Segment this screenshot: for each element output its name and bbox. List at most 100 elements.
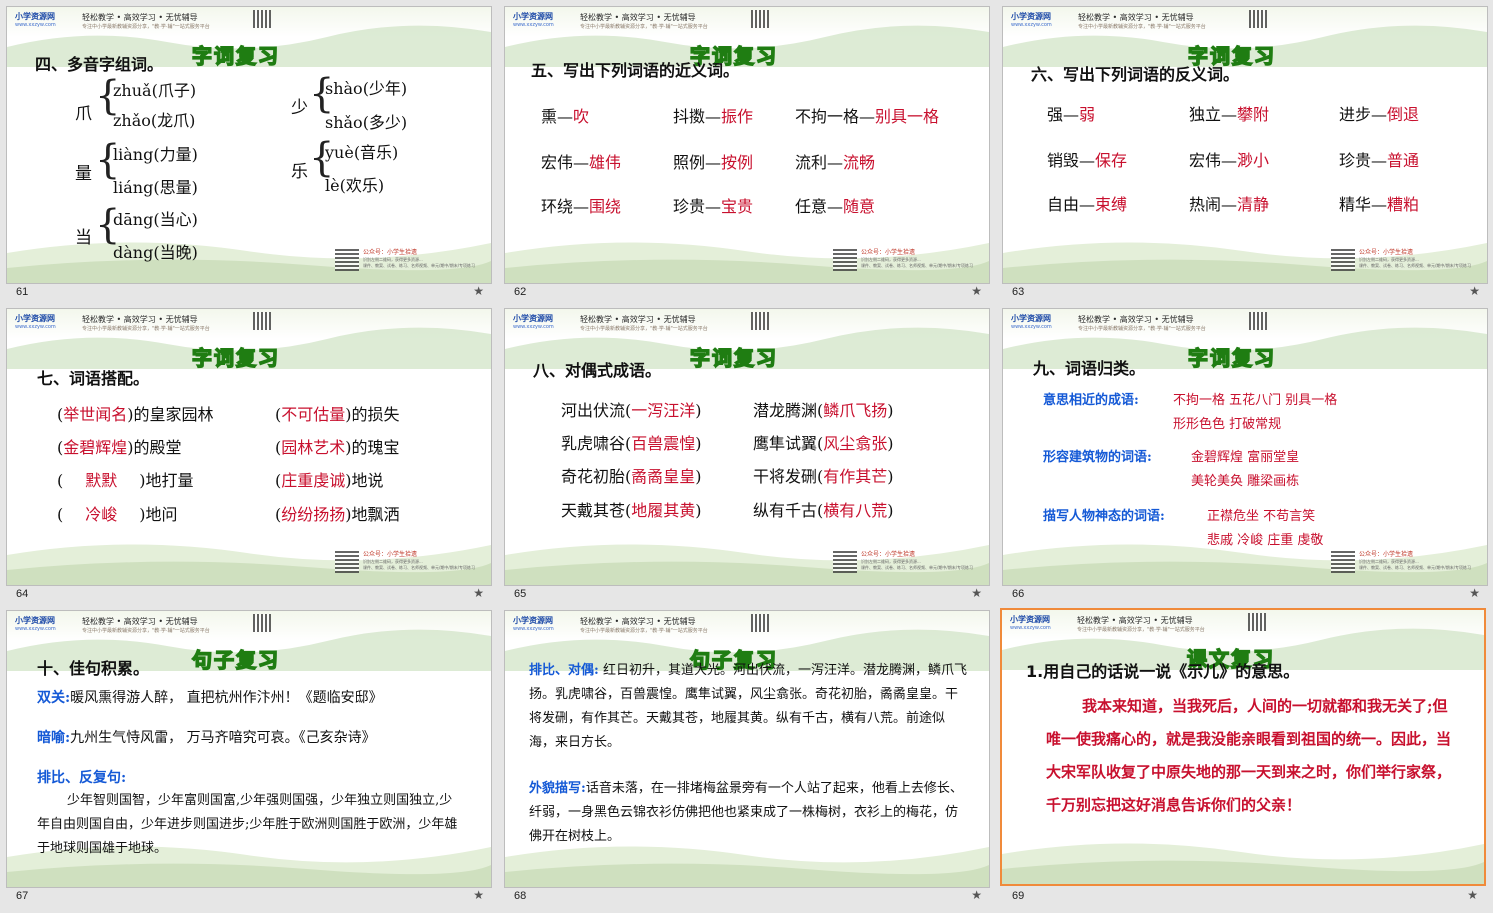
pinyin-word: yuè(音乐) [325,143,399,162]
slide-thumb-66[interactable]: 小学资源网 www.xxzyw.com 轻松教学 • 高效学习 • 无忧辅导 专… [1002,308,1488,610]
answer: 有作其芒 [823,467,888,486]
brand-logo: 小学资源网 [513,313,553,323]
sentence-label: 外貌描写: [529,781,586,796]
word: 热闹— [1189,195,1238,214]
tagline-sub: 专注中小学最新教辅资源分享，"教·学·辅"一站式服务平台 [82,326,210,332]
word-pair: 宏伟—渺小 [1189,147,1269,171]
star-icon[interactable]: ★ [971,586,982,600]
word: 环绕— [541,197,590,216]
publisher-name: 公众号：小学生拾遗 [861,551,916,558]
brand-logo: 小学资源网 [1011,313,1051,323]
star-icon[interactable]: ★ [473,888,484,902]
match-item: (举世闻名)的皇家园林 [57,405,214,424]
answer: 吹 [573,107,590,126]
word: 抖擞— [673,107,722,126]
idiom-pair: 纵有千古(横有八荒) [753,501,894,520]
answer: 倒退 [1387,105,1420,124]
answer: 横有八荒 [823,501,888,520]
word-pair: 宏伟—雄伟 [541,149,621,173]
slide-thumb-62[interactable]: 小学资源网 www.xxzyw.com 轻松教学 • 高效学习 • 无忧辅导 专… [504,6,990,308]
answer: 攀附 [1237,105,1270,124]
answer: 默默 [85,471,118,490]
slide-thumb-67[interactable]: 小学资源网 www.xxzyw.com 轻松教学 • 高效学习 • 无忧辅导 专… [6,610,492,912]
word-pair: 抖擞—振作 [673,103,753,127]
publisher-info: 公众号：小学生拾遗 识别左侧二维码，获得更多资源... 课件、教案、试卷、练习、… [1331,247,1481,277]
answer: 一泻汪洋 [631,401,696,420]
word: 珍贵— [673,197,722,216]
idiom-pair: 潜龙腾渊(鳞爪飞扬) [753,401,894,420]
star-icon[interactable]: ★ [1469,284,1480,298]
tagline: 轻松教学 • 高效学习 • 无忧辅导 [1077,616,1193,625]
category-words: 悲戚 冷峻 庄重 虔敬 [1207,533,1324,548]
sentence-block: 排比、对偶: 红日初升，其道大光。河出伏流，一泻汪洋。潜龙腾渊，鳞爪飞扬。乳虎啸… [529,659,969,755]
brand-logo: 小学资源网 [513,11,553,21]
star-icon[interactable]: ★ [473,284,484,298]
word: 自由— [1047,195,1096,214]
answer: 百兽震惶 [631,434,696,453]
slide-thumb-61[interactable]: 小学资源网 www.xxzyw.com 轻松教学 • 高效学习 • 无忧辅导 专… [6,6,492,308]
answer: 矞矞皇皇 [631,467,696,486]
word-pair: 不拘一格—别具一格 [795,103,939,127]
answer: 振作 [721,107,754,126]
qr-code-icon [1331,247,1355,271]
badge-ci: 字词复习 [191,43,280,69]
answer: 庄重虔诚 [281,471,346,490]
slide-thumb-65[interactable]: 小学资源网 www.xxzyw.com 轻松教学 • 高效学习 • 无忧辅导 专… [504,308,990,610]
word-pair: 自由—束缚 [1047,191,1127,215]
publisher-name: 公众号：小学生拾遗 [1359,551,1414,558]
sentence-item: 暗喻:九州生气恃风雷， 万马齐喑究可哀。《己亥杂诗》 [37,727,376,747]
word: 强— [1047,105,1080,124]
idiom-pair: 奇花初胎(矞矞皇皇) [561,467,702,486]
slide-thumb-68[interactable]: 小学资源网 www.xxzyw.com 轻松教学 • 高效学习 • 无忧辅导 专… [504,610,990,912]
slide-number: 68 [514,890,527,902]
answer: 随意 [843,197,876,216]
word-pair: 进步—倒退 [1339,101,1419,125]
category-words: 正襟危坐 不苟言笑 [1207,509,1316,524]
badge-ci: 字词复习 [191,345,280,371]
publisher-info: 公众号：小学生拾遗 识别左侧二维码，获得更多资源... 课件、教案、试卷、练习、… [833,549,983,579]
publisher-info: 公众号：小学生拾遗 识别左侧二维码，获得更多资源... 课件、教案、试卷、练习、… [833,247,983,277]
answer: 纷纷扬扬 [281,505,346,524]
idiom-pair: 河出伏流(一泻汪洋) [561,401,702,420]
sentence-item: 排比、反复句: [37,767,126,787]
answer: 雄伟 [589,153,622,172]
publisher-note-2: 课件、教案、试卷、练习、名师视频、单元/期中/期末/专项练习 [363,263,476,268]
star-icon[interactable]: ★ [971,888,982,902]
char: 少 [291,98,308,118]
publisher-note-2: 课件、教案、试卷、练习、名师视频、单元/期中/期末/专项练习 [861,565,974,570]
tagline: 轻松教学 • 高效学习 • 无忧辅导 [1078,315,1194,324]
match-item: (不可估量)的损失 [275,405,400,424]
tagline: 轻松教学 • 高效学习 • 无忧辅导 [82,13,198,22]
qr-code-icon [751,614,769,632]
publisher-info: 公众号：小学生拾遗 识别左侧二维码，获得更多资源... 课件、教案、试卷、练习、… [335,549,485,579]
char: 乐 [291,162,308,182]
slide-canvas: 小学资源网 www.xxzyw.com 轻松教学 • 高效学习 • 无忧辅导 专… [6,6,492,284]
brand-url: www.xxzyw.com [15,626,56,632]
star-icon[interactable]: ★ [971,284,982,298]
sentence-label: 排比、对偶: [529,663,599,678]
tagline: 轻松教学 • 高效学习 • 无忧辅导 [580,315,696,324]
char: 爪 [75,104,92,124]
word: 精华— [1339,195,1388,214]
category-words: 美轮美奂 雕梁画栋 [1191,474,1300,489]
qr-code-icon [833,549,857,573]
word: 熏— [541,107,574,126]
category-label: 形容建筑物的词语: [1043,450,1152,465]
brand-logo: 小学资源网 [1010,614,1050,624]
star-icon[interactable]: ★ [473,586,484,600]
badge-ci: 字词复习 [1187,345,1276,371]
slide-heading: 五、写出下列词语的近义词。 [531,61,740,80]
star-icon[interactable]: ★ [1469,586,1480,600]
word-pair: 任意—随意 [795,193,875,217]
answer: 不可估量 [281,405,346,424]
word-pair: 熏—吹 [541,103,589,127]
slide-thumb-69[interactable]: 小学资源网 www.xxzyw.com 轻松教学 • 高效学习 • 无忧辅导 专… [1000,608,1486,910]
slide-number: 61 [16,286,29,298]
qr-code-icon [1331,549,1355,573]
brand-url: www.xxzyw.com [513,324,554,330]
slide-thumb-64[interactable]: 小学资源网 www.xxzyw.com 轻松教学 • 高效学习 • 无忧辅导 专… [6,308,492,610]
slide-number: 66 [1012,588,1025,600]
slide-thumb-63[interactable]: 小学资源网 www.xxzyw.com 轻松教学 • 高效学习 • 无忧辅导 专… [1002,6,1488,308]
word: 流利— [795,153,844,172]
star-icon[interactable]: ★ [1467,888,1478,902]
